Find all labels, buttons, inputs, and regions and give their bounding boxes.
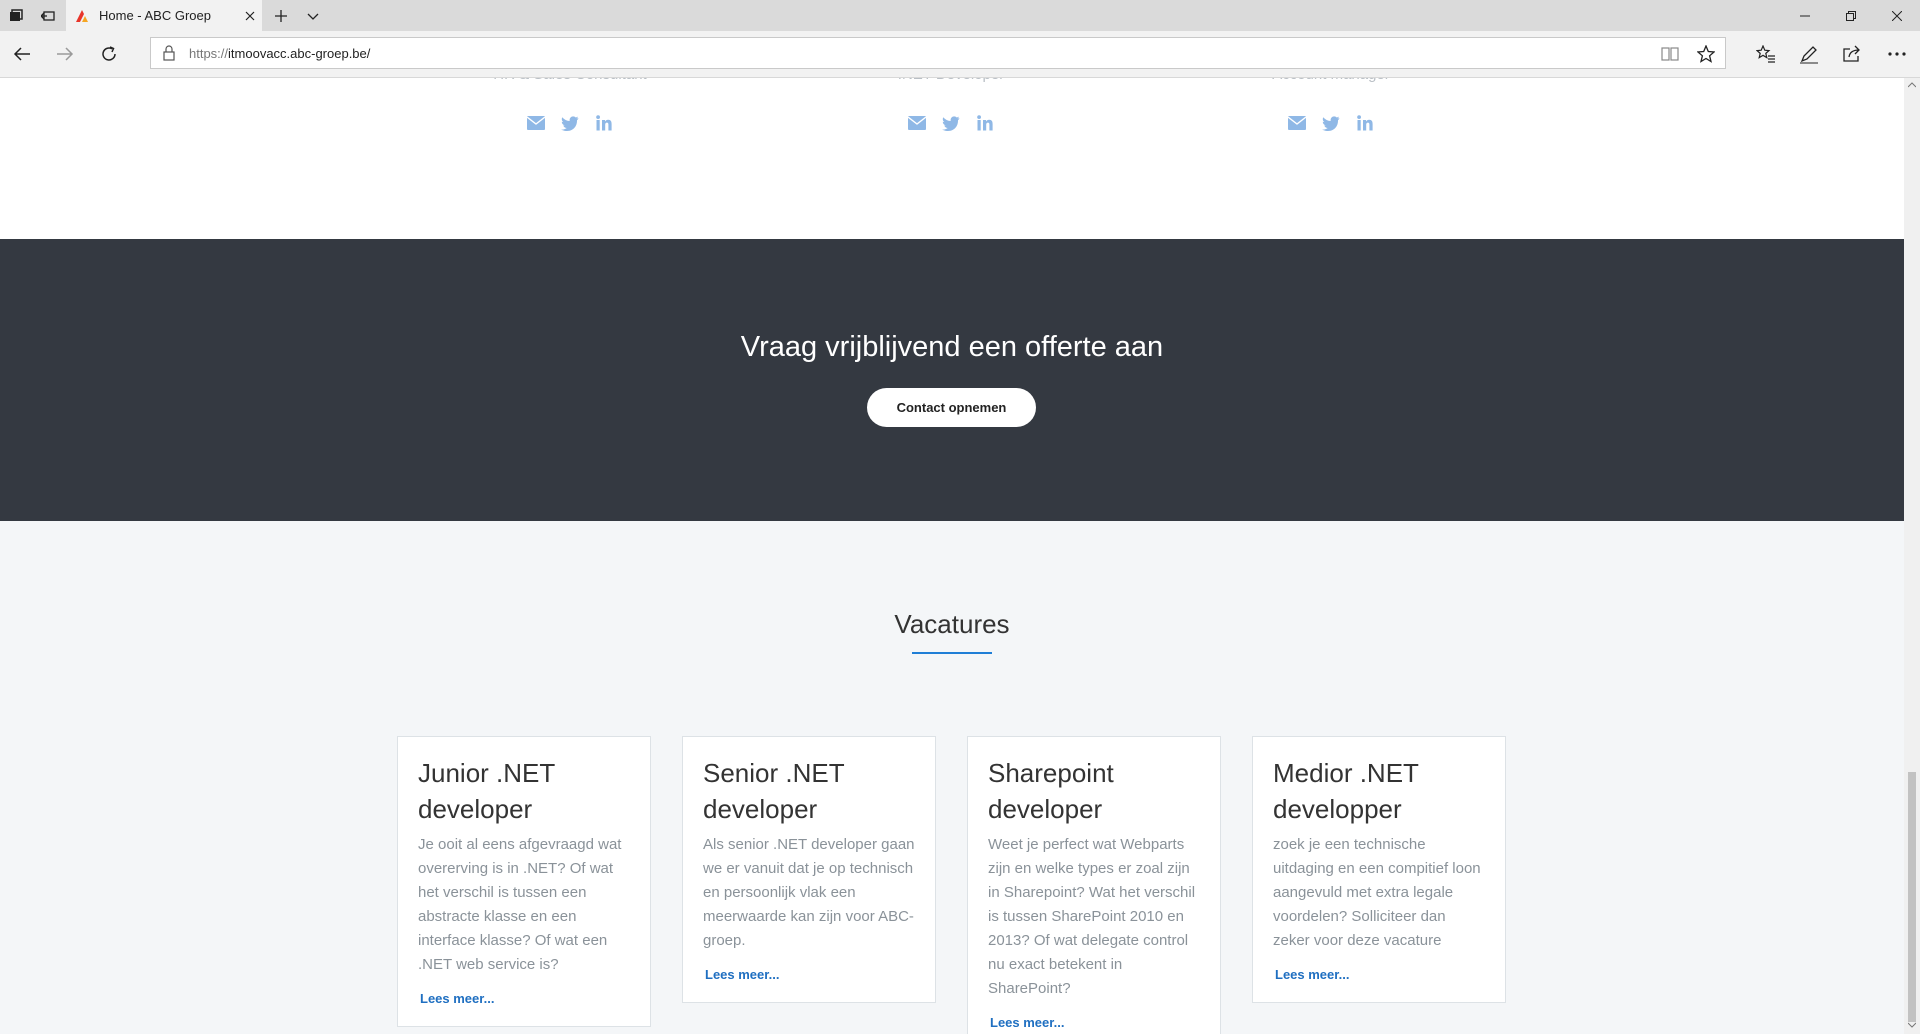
page-viewport: HR & Sales Consultant .NET Developer Acc… bbox=[0, 78, 1904, 1034]
address-bar[interactable]: https://itmoovacc.abc-groep.be/ bbox=[150, 37, 1726, 69]
member-socials bbox=[1181, 114, 1481, 132]
share-icon[interactable] bbox=[1839, 41, 1865, 67]
vacancy-card: Junior .NET developer Je ooit al eens af… bbox=[397, 736, 651, 1027]
vacancy-card: Senior .NET developer Als senior .NET de… bbox=[682, 736, 936, 1003]
twitter-icon[interactable] bbox=[941, 114, 961, 132]
vacancy-title: Medior .NET developper bbox=[1273, 758, 1419, 824]
contact-button[interactable]: Contact opnemen bbox=[867, 388, 1036, 427]
url-host: itmoovacc.abc-groep.be/ bbox=[228, 46, 371, 61]
linkedin-icon[interactable] bbox=[975, 114, 995, 132]
vacancy-title: Senior .NET developer bbox=[703, 758, 845, 824]
vacancy-description: Weet je perfect wat Webparts zijn en wel… bbox=[988, 836, 1196, 997]
read-more-link[interactable]: Lees meer... bbox=[418, 991, 496, 1006]
member-role: HR & Sales Consultant bbox=[420, 78, 720, 83]
minimize-icon[interactable] bbox=[1782, 0, 1828, 31]
tab-preview-chevron-icon[interactable] bbox=[303, 6, 323, 26]
vacancy-title: Junior .NET developer bbox=[418, 758, 555, 824]
browser-tab-bar: Home - ABC Groep bbox=[0, 0, 1920, 32]
scroll-down-arrow-icon[interactable] bbox=[1907, 1020, 1917, 1030]
tab-manager-icon[interactable] bbox=[6, 6, 26, 26]
heading-underline bbox=[912, 652, 992, 654]
linkedin-icon[interactable] bbox=[594, 114, 614, 132]
tab-title: Home - ABC Groep bbox=[99, 8, 211, 23]
member-socials bbox=[420, 114, 720, 132]
refresh-icon[interactable] bbox=[96, 41, 122, 67]
envelope-icon[interactable] bbox=[1287, 114, 1307, 132]
vacancy-description: zoek je een technische uitdaging en een … bbox=[1273, 836, 1481, 949]
back-arrow-icon[interactable] bbox=[9, 41, 35, 67]
quote-cta-section: Vraag vrijblijvend een offerte aan Conta… bbox=[0, 239, 1904, 521]
vacatures-section: Vacatures Junior .NET developer Je ooit … bbox=[0, 521, 1904, 1034]
favorite-star-icon[interactable] bbox=[1695, 43, 1717, 65]
member-role: Account manager bbox=[1181, 78, 1481, 83]
vacancy-description: Je ooit al eens afgevraagd wat overervin… bbox=[418, 836, 622, 973]
twitter-icon[interactable] bbox=[1321, 114, 1341, 132]
vacancy-title: Sharepoint developer bbox=[988, 758, 1114, 824]
vacancy-card: Medior .NET developper zoek je een techn… bbox=[1252, 736, 1506, 1003]
linkedin-icon[interactable] bbox=[1355, 114, 1375, 132]
active-tab[interactable]: Home - ABC Groep bbox=[66, 0, 262, 31]
restore-icon[interactable] bbox=[1828, 0, 1874, 31]
close-window-icon[interactable] bbox=[1874, 0, 1920, 31]
close-tab-icon[interactable] bbox=[240, 6, 260, 26]
more-menu-icon[interactable] bbox=[1884, 41, 1910, 67]
twitter-icon[interactable] bbox=[560, 114, 580, 132]
abc-logo-icon bbox=[74, 8, 90, 24]
url-text[interactable]: https://itmoovacc.abc-groep.be/ bbox=[189, 46, 370, 61]
member-role: .NET Developer bbox=[801, 78, 1101, 83]
read-more-link[interactable]: Lees meer... bbox=[988, 1015, 1066, 1030]
scroll-up-arrow-icon[interactable] bbox=[1907, 80, 1917, 90]
vacancy-card: Sharepoint developer Weet je perfect wat… bbox=[967, 736, 1221, 1034]
section-heading: Vacatures bbox=[894, 609, 1010, 639]
read-more-link[interactable]: Lees meer... bbox=[1273, 967, 1351, 982]
forward-arrow-icon[interactable] bbox=[52, 41, 78, 67]
page-scrollbar[interactable] bbox=[1904, 78, 1920, 1034]
envelope-icon[interactable] bbox=[526, 114, 546, 132]
set-aside-tabs-icon[interactable] bbox=[38, 6, 58, 26]
cta-title: Vraag vrijblijvend een offerte aan bbox=[740, 331, 1164, 363]
scrollbar-thumb[interactable] bbox=[1908, 772, 1916, 1022]
lock-icon bbox=[163, 45, 175, 66]
browser-toolbar: https://itmoovacc.abc-groep.be/ bbox=[0, 31, 1920, 78]
url-protocol: https:// bbox=[189, 46, 229, 61]
vacancy-description: Als senior .NET developer gaan we er van… bbox=[703, 836, 915, 949]
read-more-link[interactable]: Lees meer... bbox=[703, 967, 781, 982]
member-socials bbox=[801, 114, 1101, 132]
new-tab-icon[interactable] bbox=[271, 6, 291, 26]
envelope-icon[interactable] bbox=[907, 114, 927, 132]
web-note-pen-icon[interactable] bbox=[1796, 41, 1822, 67]
team-section: HR & Sales Consultant .NET Developer Acc… bbox=[0, 78, 1904, 239]
reading-view-icon[interactable] bbox=[1659, 43, 1681, 65]
favorites-hub-icon[interactable] bbox=[1753, 41, 1779, 67]
